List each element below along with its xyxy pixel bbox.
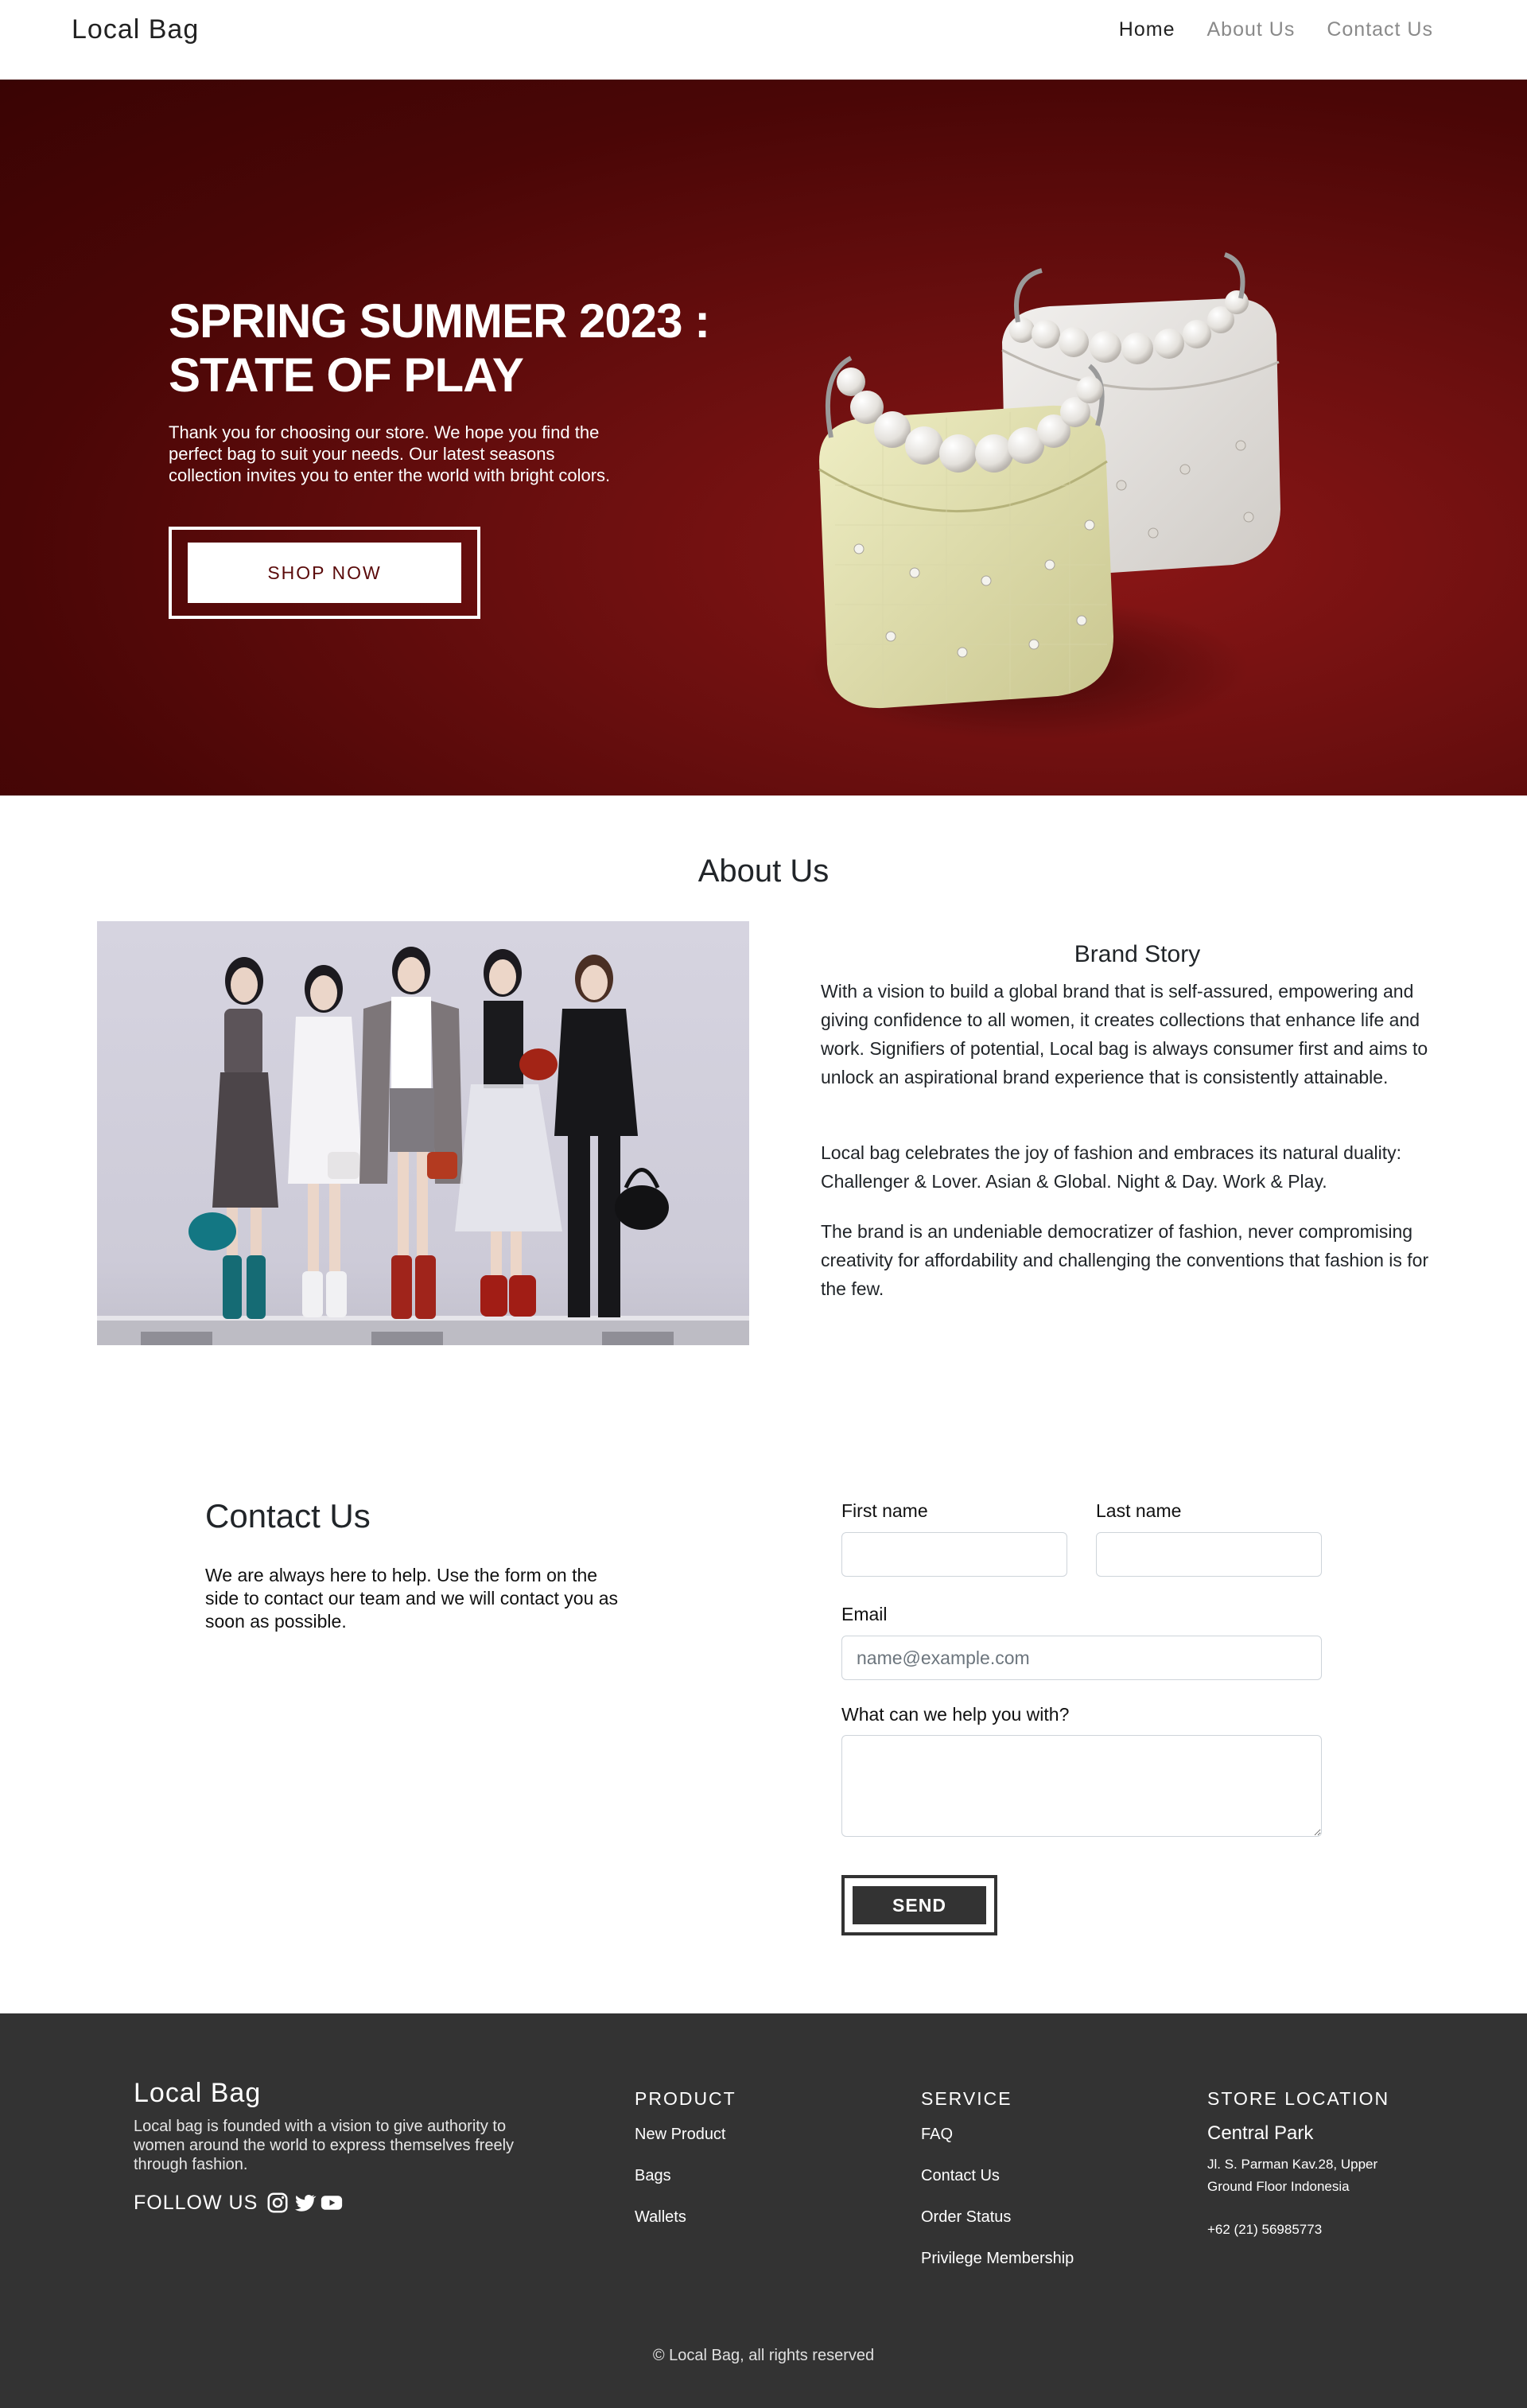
first-name-field[interactable] xyxy=(841,1532,1067,1577)
nav-link-home[interactable]: Home xyxy=(1119,16,1175,43)
message-field[interactable] xyxy=(841,1735,1322,1837)
brand-story-paragraph-1: With a vision to build a global brand th… xyxy=(821,981,1428,1087)
footer-link-privilege-membership[interactable]: Privilege Membership xyxy=(921,2248,1074,2269)
footer-link-bags[interactable]: Bags xyxy=(635,2165,671,2186)
footer-link-contact-us[interactable]: Contact Us xyxy=(921,2165,1000,2186)
follow-us-label: FOLLOW US xyxy=(134,2192,258,2214)
footer-description: Local bag is founded with a vision to gi… xyxy=(134,2118,515,2173)
about-title: About Us xyxy=(697,854,830,889)
hero-title: SPRING SUMMER 2023 : STATE OF PLAY xyxy=(169,294,710,402)
shop-now-frame: SHOP NOW xyxy=(169,527,480,619)
nav-link-contact[interactable]: Contact Us xyxy=(1327,16,1433,43)
send-button[interactable]: SEND xyxy=(853,1886,986,1924)
brand-story-title: Brand Story xyxy=(1074,941,1201,967)
brand-story-paragraph-3: The brand is an undeniable democratizer … xyxy=(821,1221,1429,1299)
nav-links: Home About Us Contact Us xyxy=(1119,16,1433,43)
copyright: © Local Bag, all rights reserved xyxy=(652,2347,875,2364)
brand-story-paragraph-2: Local bag celebrates the joy of fashion … xyxy=(821,1142,1402,1192)
social-icons xyxy=(266,2191,344,2215)
footer-product-title: PRODUCT xyxy=(635,2088,736,2109)
follow-us: FOLLOW US xyxy=(134,2190,344,2215)
first-name-label: First name xyxy=(841,1500,928,1521)
nav-link-about[interactable]: About Us xyxy=(1206,16,1295,43)
navbar-brand[interactable]: Local Bag xyxy=(72,13,199,46)
message-label: What can we help you with? xyxy=(841,1704,1070,1725)
footer-location-title: STORE LOCATION xyxy=(1207,2088,1390,2109)
twitter-icon[interactable] xyxy=(293,2191,317,2215)
handbags-image xyxy=(803,252,1280,740)
footer-link-wallets[interactable]: Wallets xyxy=(635,2207,686,2227)
footer-link-faq[interactable]: FAQ xyxy=(921,2124,953,2145)
youtube-icon[interactable] xyxy=(320,2191,344,2215)
navbar: Local Bag Home About Us Contact Us xyxy=(0,0,1527,80)
email-label: Email xyxy=(841,1604,888,1624)
footer-link-new-product[interactable]: New Product xyxy=(635,2124,726,2145)
last-name-field[interactable] xyxy=(1096,1532,1322,1577)
hero-text: Thank you for choosing our store. We hop… xyxy=(169,422,611,485)
store-address: Jl. S. Parman Kav.28, Upper Ground Floor… xyxy=(1207,2157,1378,2194)
contact-text: We are always here to help. Use the form… xyxy=(205,1565,619,1632)
store-phone: +62 (21) 56985773 xyxy=(1207,2222,1323,2237)
models-photo xyxy=(97,921,749,1345)
contact-title: Contact Us xyxy=(205,1497,371,1535)
footer-link-order-status[interactable]: Order Status xyxy=(921,2207,1011,2227)
last-name-label: Last name xyxy=(1096,1500,1182,1521)
store-location-name: Central Park xyxy=(1207,2122,1314,2144)
hero-banner: SPRING SUMMER 2023 : STATE OF PLAY Thank… xyxy=(0,80,1527,796)
footer-service-title: SERVICE xyxy=(921,2088,1012,2109)
instagram-icon[interactable] xyxy=(266,2191,289,2215)
shop-now-button[interactable]: SHOP NOW xyxy=(188,543,461,603)
email-field[interactable] xyxy=(841,1636,1322,1680)
send-frame: SEND xyxy=(841,1875,997,1935)
footer-brand: Local Bag xyxy=(134,2078,262,2108)
